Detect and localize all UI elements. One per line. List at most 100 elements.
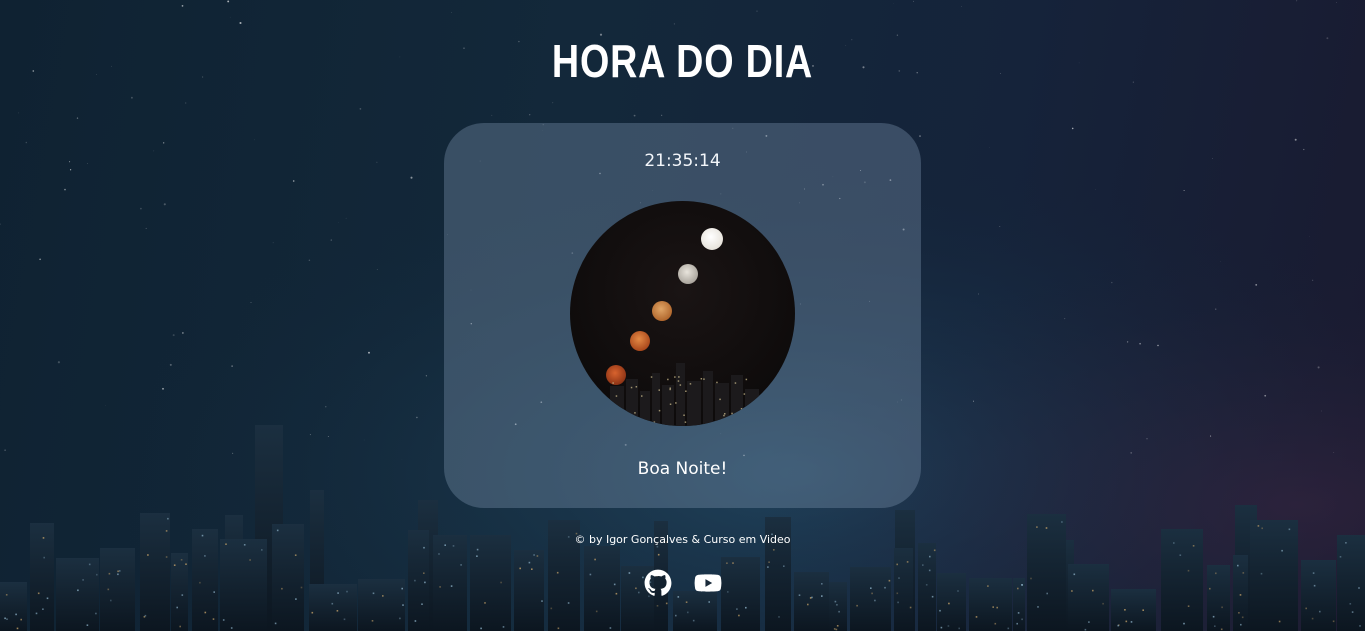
star [272, 242, 274, 244]
window-light [414, 620, 417, 622]
star [4, 449, 6, 451]
window-light [975, 616, 978, 618]
star [32, 70, 35, 72]
photo-window-light [711, 423, 713, 426]
window-light [768, 561, 770, 563]
github-icon [644, 569, 671, 596]
window-light [476, 548, 479, 551]
window-light [836, 625, 839, 627]
star [181, 5, 184, 7]
star [359, 108, 362, 110]
window-light [557, 627, 560, 630]
window-light [476, 555, 478, 557]
photo-window-light [612, 382, 614, 384]
window-light [502, 626, 505, 628]
star [1336, 2, 1337, 3]
photo-window-light [677, 380, 680, 382]
photo-window-light [743, 393, 746, 395]
photo-window-light [684, 421, 687, 423]
star [661, 114, 663, 116]
star [1126, 341, 1129, 343]
star [145, 227, 147, 229]
window-light [1212, 615, 1215, 618]
star [338, 221, 339, 223]
star [162, 387, 164, 390]
window-light [897, 601, 899, 604]
window-light [1237, 564, 1239, 567]
window-light [173, 564, 176, 566]
star [140, 207, 142, 210]
star [232, 452, 234, 454]
window-light [1238, 612, 1240, 614]
window-light [996, 606, 998, 609]
window-light [922, 564, 924, 566]
window-light [958, 627, 960, 630]
photo-window-light [667, 378, 669, 381]
photo-window-light [703, 378, 705, 380]
photo-window-light [685, 390, 687, 392]
window-light [86, 624, 89, 626]
youtube-link[interactable] [694, 569, 722, 597]
star [69, 161, 71, 163]
page-title: HORA DO DIA [551, 35, 814, 87]
star [130, 96, 133, 99]
window-light [1084, 628, 1087, 631]
star [1130, 452, 1133, 454]
photo-window-light [653, 421, 656, 423]
photo-window-light [675, 402, 677, 404]
star [169, 363, 172, 366]
window-light [165, 530, 168, 532]
photo-window-light [674, 376, 676, 378]
window-light [336, 610, 339, 612]
window-light [656, 605, 659, 607]
star [69, 169, 72, 171]
star [673, 23, 675, 25]
star [345, 217, 347, 219]
window-light [609, 627, 612, 629]
star [1294, 138, 1297, 141]
clock-time: 21:35:14 [644, 151, 721, 171]
star [451, 12, 452, 13]
window-light [43, 556, 45, 559]
window-light [835, 628, 838, 631]
window-light [179, 625, 181, 628]
star [172, 334, 175, 337]
star [153, 150, 155, 152]
photo-window-light [723, 414, 725, 417]
star [1303, 148, 1305, 151]
window-light [460, 564, 462, 566]
star [1139, 342, 1141, 345]
photo-window-light [615, 395, 618, 397]
photo-window-light [617, 410, 619, 412]
photo-window-light [679, 384, 682, 386]
photo-window-light [678, 376, 680, 378]
window-light [399, 617, 401, 620]
window-light [909, 606, 912, 609]
window-light [656, 545, 659, 548]
window-light [778, 616, 780, 618]
star [1111, 281, 1113, 284]
window-light [1021, 618, 1023, 621]
window-light [1037, 606, 1039, 608]
window-light [20, 618, 22, 621]
window-light [249, 559, 251, 561]
window-light [331, 602, 334, 605]
moon-phases-image [570, 201, 795, 426]
star [999, 225, 1001, 227]
github-link[interactable] [644, 569, 672, 597]
photo-window-light [700, 378, 703, 380]
window-light [1187, 605, 1190, 607]
photo-window-light [650, 376, 653, 378]
star [1215, 308, 1217, 310]
window-light [222, 619, 225, 621]
star [491, 114, 493, 116]
window-light [185, 563, 187, 565]
window-light [1349, 603, 1352, 605]
window-light [1183, 622, 1185, 625]
window-light [1261, 527, 1263, 530]
star [913, 0, 914, 2]
window-light [4, 617, 6, 620]
window-light [1045, 527, 1048, 529]
star [1210, 435, 1212, 437]
window-light [773, 549, 775, 551]
